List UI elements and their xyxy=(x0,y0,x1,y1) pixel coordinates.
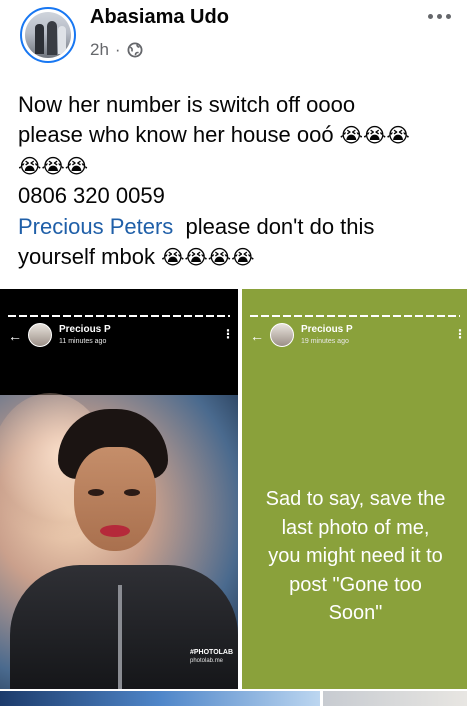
story-text-line: post "Gone too xyxy=(289,573,422,596)
post-timestamp[interactable]: 2h xyxy=(90,40,109,60)
author-name[interactable]: Abasiama Udo xyxy=(90,6,229,29)
photo-thumbnail[interactable] xyxy=(323,691,467,706)
story-message: Sad to say, save the last photo of me, y… xyxy=(248,485,463,628)
crying-emoji-group: 😭😭😭😭 xyxy=(161,246,255,269)
back-arrow-icon: ← xyxy=(250,328,264,344)
post-line: Precious Peters please don't do this xyxy=(18,212,463,242)
story-header: ← Precious P 11 minutes ago ⋮ xyxy=(0,323,238,353)
photolab-watermark: #PHOTOLAB xyxy=(190,649,234,656)
post-header: Abasiama Udo 2h · xyxy=(0,0,467,76)
globe-icon[interactable] xyxy=(127,42,143,58)
post-meta: 2h · xyxy=(90,40,143,60)
story-screenshot-right[interactable]: ← Precious P 19 minutes ago ⋮ Sad to say… xyxy=(242,289,467,689)
phone-number: 0806 320 0059 xyxy=(18,183,165,209)
crying-emoji-group: 😭😭😭 xyxy=(18,155,89,178)
author-avatar[interactable] xyxy=(20,7,76,63)
story-screenshot-left[interactable]: ← Precious P 11 minutes ago ⋮ #PHOTOLAB … xyxy=(0,289,238,689)
story-progress-bar xyxy=(8,315,230,317)
story-user-name: Precious P xyxy=(301,324,353,335)
post-text-line-6: yourself mbok xyxy=(18,243,162,269)
more-photos-strip xyxy=(0,691,467,706)
story-user-name: Precious P xyxy=(59,324,111,335)
story-avatar xyxy=(28,323,52,347)
photo-grid: ← Precious P 11 minutes ago ⋮ #PHOTOLAB … xyxy=(0,287,467,706)
post-line: Now her number is switch off oooo xyxy=(18,90,463,120)
story-time: 11 minutes ago xyxy=(59,338,107,345)
post-line: please who know her house ooó 😭😭😭 xyxy=(18,120,463,150)
story-time: 19 minutes ago xyxy=(301,338,349,345)
mention-link[interactable]: Precious Peters xyxy=(18,214,173,239)
story-header: ← Precious P 19 minutes ago ⋮ xyxy=(242,323,467,353)
more-options-icon[interactable] xyxy=(424,8,454,24)
meta-separator: · xyxy=(114,40,121,59)
story-text-line: last photo of me, xyxy=(281,516,430,539)
post-line: yourself mbok 😭😭😭😭 xyxy=(18,242,463,272)
crying-emoji-group: 😭😭😭 xyxy=(339,125,410,148)
avatar-photo xyxy=(25,12,71,58)
post-text-line-5: please don't do this xyxy=(173,213,375,239)
story-progress-bar xyxy=(250,315,460,317)
photolab-url: photolab.me xyxy=(190,658,224,664)
post-line: 😭😭😭 xyxy=(18,151,463,181)
story-text-line: you might need it to xyxy=(268,545,443,567)
more-vertical-icon: ⋮ xyxy=(454,327,466,341)
photo-thumbnail[interactable] xyxy=(0,691,320,706)
story-avatar xyxy=(270,323,294,347)
post-text-line-2: please who know her house ooó xyxy=(18,122,340,148)
more-vertical-icon: ⋮ xyxy=(222,327,234,341)
post-body: Now her number is switch off oooo please… xyxy=(18,90,463,272)
portrait-image xyxy=(0,393,238,689)
story-text-line: Sad to say, save the xyxy=(265,488,446,510)
post-line: 0806 320 0059 xyxy=(18,181,463,211)
post-text-line-1: Now her number is switch off oooo xyxy=(18,92,356,117)
back-arrow-icon: ← xyxy=(8,328,22,344)
story-text-line: Soon" xyxy=(328,602,383,624)
